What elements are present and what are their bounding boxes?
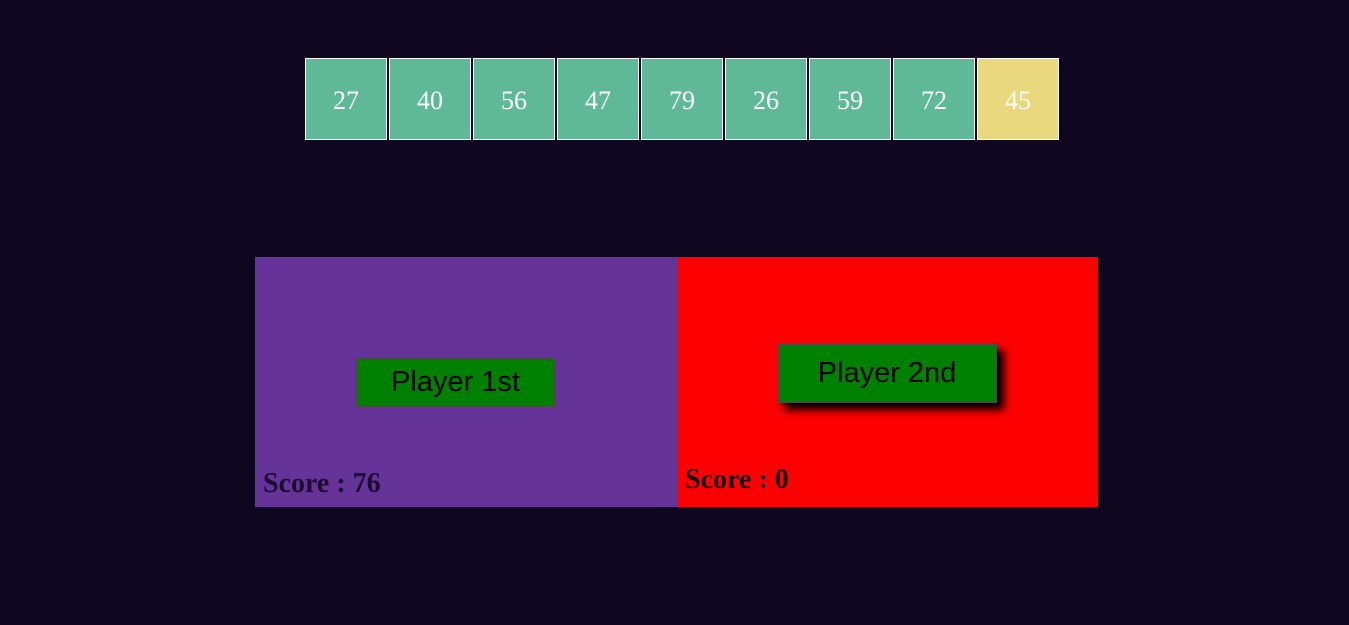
number-card[interactable]: 47 — [557, 58, 639, 140]
number-card[interactable]: 40 — [389, 58, 471, 140]
player1-button[interactable]: Player 1st — [355, 357, 556, 407]
player2-button[interactable]: Player 2nd — [777, 343, 997, 403]
number-card[interactable]: 56 — [473, 58, 555, 140]
number-row: 27 40 56 47 79 26 59 72 45 — [305, 58, 1059, 140]
number-card[interactable]: 72 — [893, 58, 975, 140]
number-card[interactable]: 59 — [809, 58, 891, 140]
number-card[interactable]: 27 — [305, 58, 387, 140]
number-card[interactable]: 26 — [725, 58, 807, 140]
game-stage: 27 40 56 47 79 26 59 72 45 Player 1st Sc… — [0, 0, 1349, 625]
player-panels: Player 1st Score : 76 Score : 0 Player 2… — [255, 257, 1098, 507]
player1-score: Score : 76 — [263, 468, 381, 499]
player2-score: Score : 0 — [685, 464, 789, 495]
number-card[interactable]: 79 — [641, 58, 723, 140]
player1-panel: Player 1st Score : 76 — [255, 257, 677, 507]
number-card-highlighted[interactable]: 45 — [977, 58, 1059, 140]
